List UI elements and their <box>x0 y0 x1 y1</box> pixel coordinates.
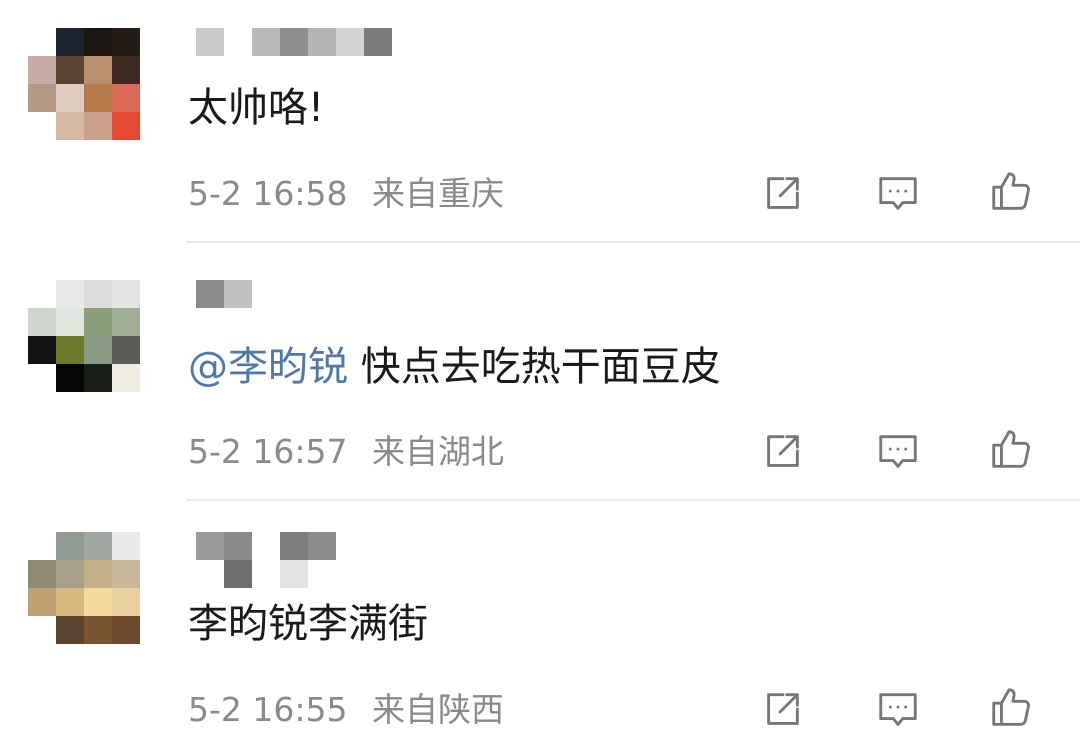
username-redacted[interactable] <box>196 280 416 336</box>
thumbs-up-icon <box>992 172 1030 210</box>
divider <box>186 499 1080 501</box>
username-redacted[interactable] <box>196 28 416 84</box>
share-icon <box>767 435 799 467</box>
reply-button[interactable] <box>872 425 924 477</box>
thumbs-up-icon <box>992 688 1030 726</box>
share-icon <box>767 177 799 209</box>
comment-date: 5-2 <box>188 690 242 729</box>
comment-location: 来自重庆 <box>372 174 505 213</box>
comment-time: 16:57 <box>252 432 348 471</box>
like-button[interactable] <box>985 165 1037 217</box>
share-icon <box>767 693 799 725</box>
comment-time: 16:55 <box>252 690 348 729</box>
comment-icon <box>879 693 917 726</box>
like-button[interactable] <box>985 423 1037 475</box>
reply-button[interactable] <box>872 683 924 735</box>
comment-body: 太帅咯! <box>188 85 325 131</box>
comment-body: 快点去吃热干面豆皮 <box>360 344 721 390</box>
username-redacted[interactable] <box>196 532 416 588</box>
comment-location: 来自湖北 <box>372 432 505 471</box>
share-button[interactable] <box>757 425 809 477</box>
comment-body: 李昀锐李满街 <box>188 601 428 647</box>
avatar[interactable] <box>28 280 140 392</box>
thumbs-up-icon <box>992 430 1030 468</box>
mention-link[interactable]: @李昀锐 <box>188 344 348 390</box>
comment-icon <box>879 435 917 468</box>
comment-text: 太帅咯! <box>188 84 324 132</box>
avatar[interactable] <box>28 532 140 644</box>
comment-date: 5-2 <box>188 432 242 471</box>
avatar[interactable] <box>28 28 140 140</box>
share-button[interactable] <box>757 167 809 219</box>
comment-text: @李昀锐 快点去吃热干面豆皮 <box>188 343 721 391</box>
comment-meta: 5-2 16:55 来自陕西 <box>188 690 504 730</box>
comment-text: 李昀锐李满街 <box>188 600 428 648</box>
like-button[interactable] <box>985 681 1037 733</box>
reply-button[interactable] <box>872 167 924 219</box>
comment-location: 来自陕西 <box>372 690 505 729</box>
comment-icon <box>879 177 917 210</box>
comment-time: 16:58 <box>252 174 348 213</box>
comment-date: 5-2 <box>188 174 242 213</box>
divider <box>186 241 1080 243</box>
comment-meta: 5-2 16:57 来自湖北 <box>188 432 504 472</box>
share-button[interactable] <box>757 683 809 735</box>
comment-meta: 5-2 16:58 来自重庆 <box>188 174 504 214</box>
